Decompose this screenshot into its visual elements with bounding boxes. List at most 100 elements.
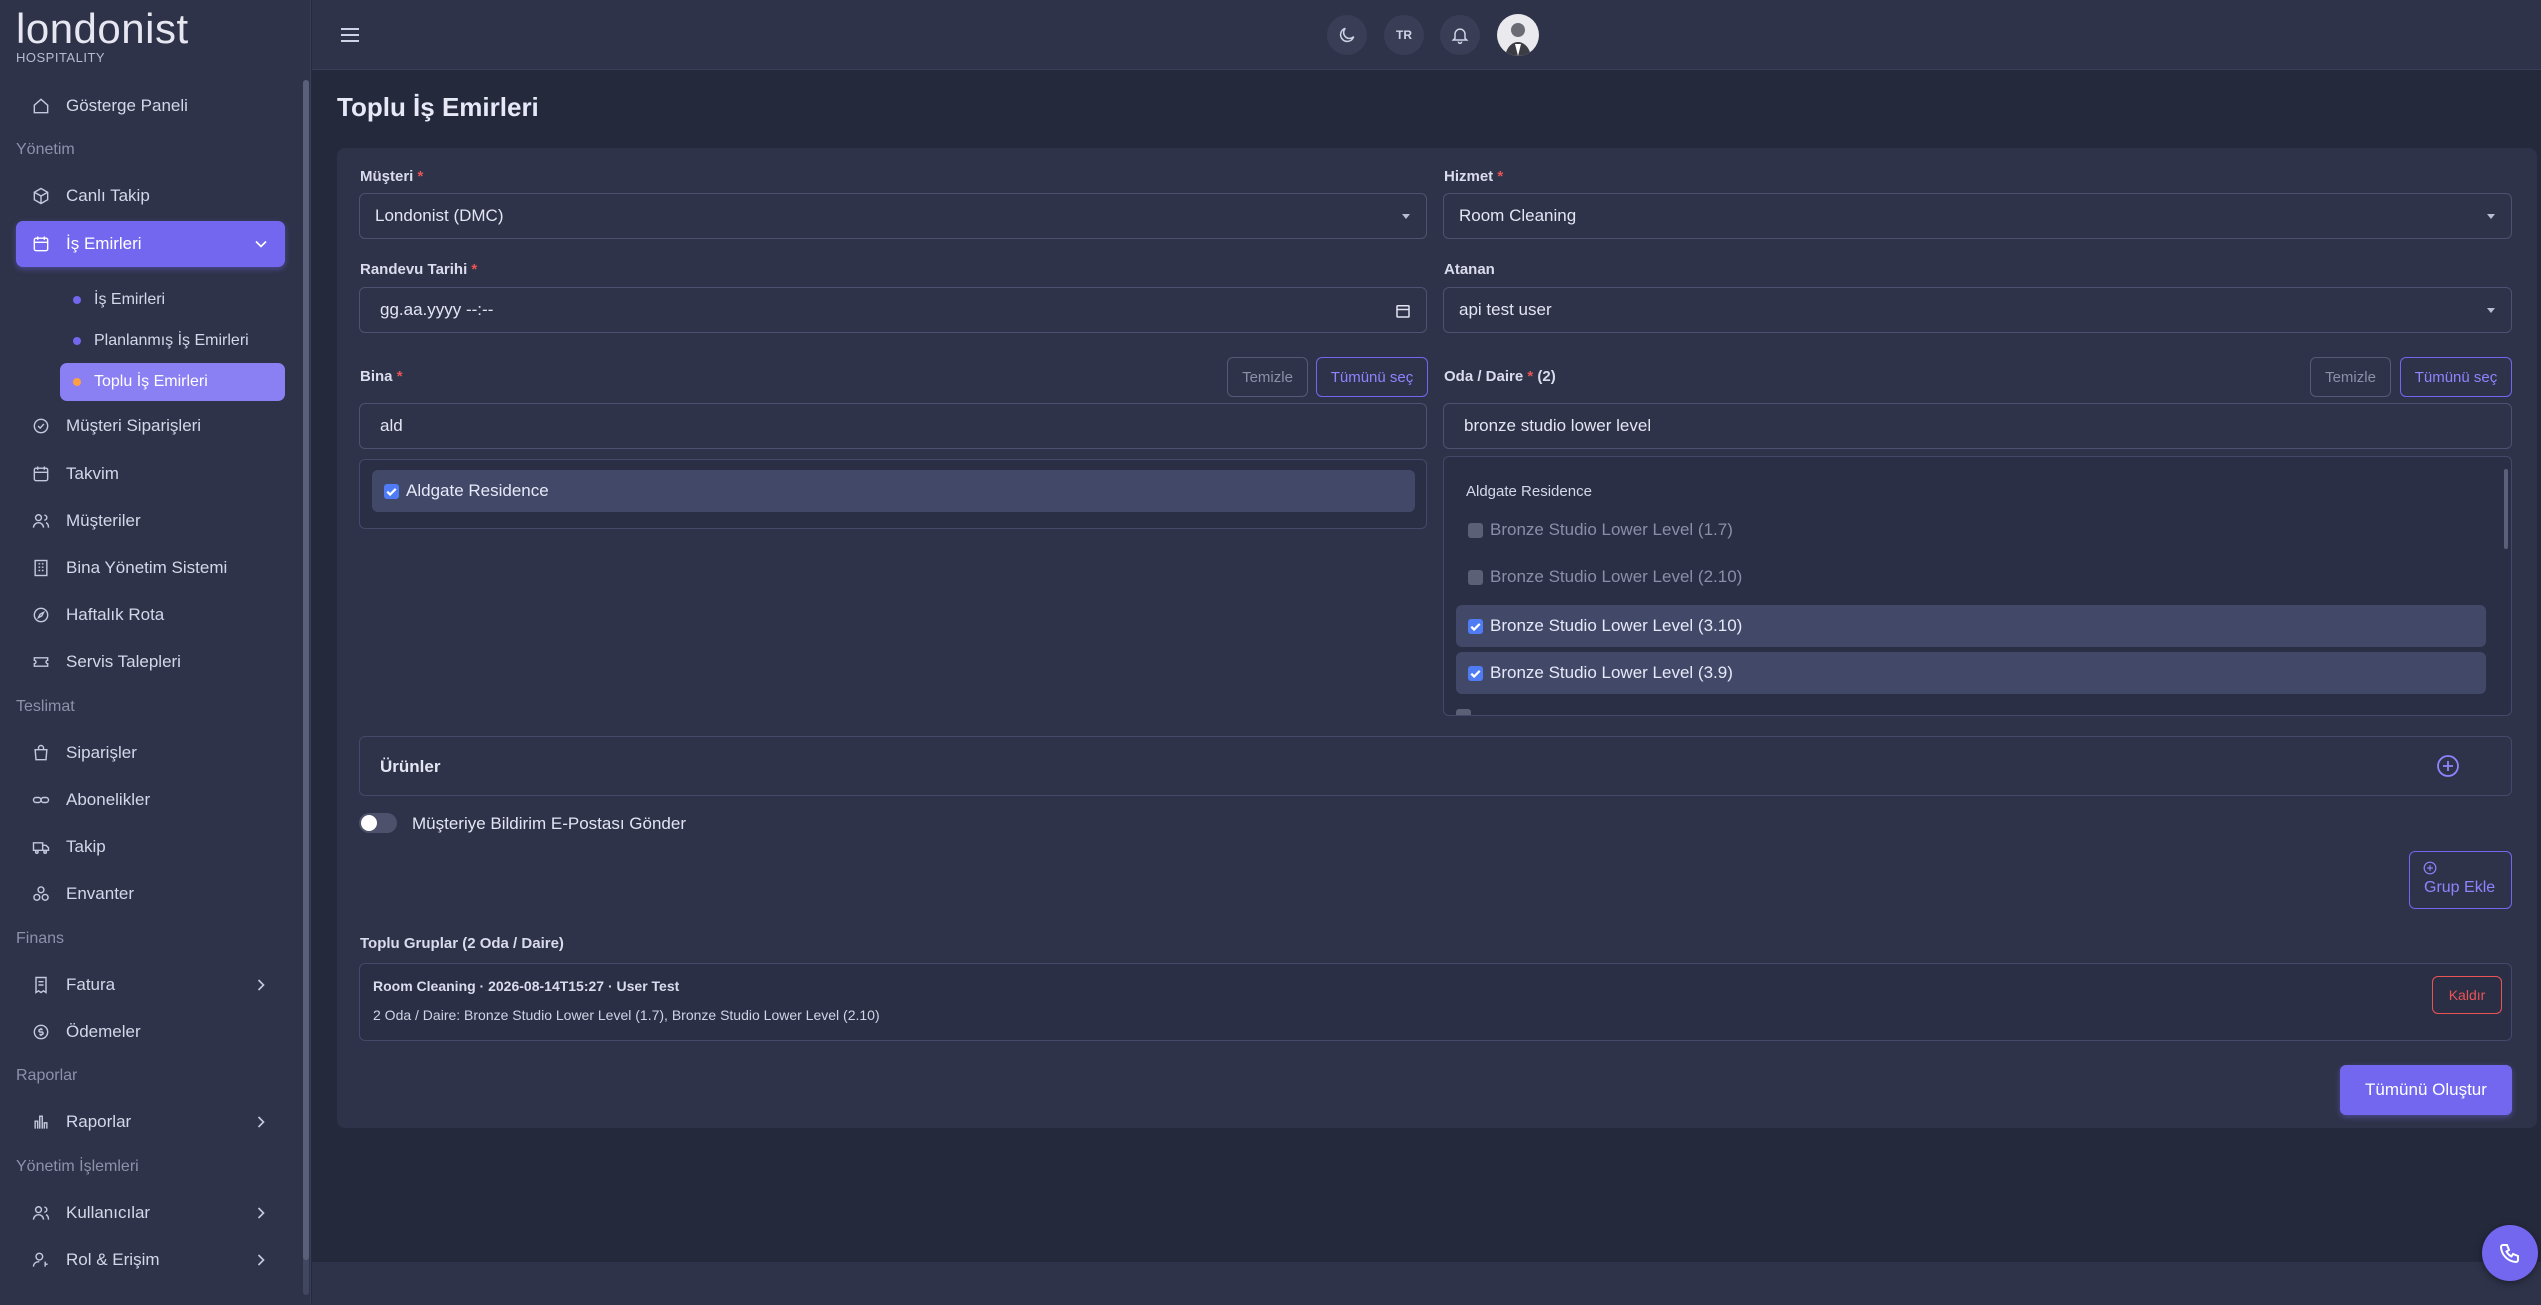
room-option[interactable]: Bronze Studio Lower Level (3.10) [1456, 605, 2486, 647]
sidebar-item-service-requests[interactable]: Servis Talepleri [16, 639, 285, 685]
avatar[interactable] [1497, 14, 1539, 56]
room-option: Bronze Studio Lower Level (1.7) [1456, 509, 2486, 551]
sidebar-item-label: Takip [66, 837, 106, 856]
assignee-select[interactable]: api test user [1443, 287, 2512, 333]
appointment-label-text: Randevu Tarihi [360, 261, 468, 278]
brand-logo[interactable]: londonist HOSPITALITY [16, 8, 189, 66]
building-clear-button[interactable]: Temizle [1227, 357, 1308, 397]
caret-down-icon [2487, 308, 2495, 313]
cube-icon [30, 185, 52, 207]
appointment-datetime-input[interactable]: gg.aa.yyyy --:-- [359, 287, 1427, 333]
sidebar-item-users[interactable]: Kullanıcılar [16, 1190, 285, 1236]
room-list-scrollbar[interactable] [2504, 469, 2508, 549]
add-group-button[interactable]: Grup Ekle [2409, 851, 2512, 909]
room-option-label: Bronze Studio Lower Level (1.7) [1490, 520, 1733, 539]
building-option-label: Aldgate Residence [406, 481, 549, 500]
sidebar-subitem-label: Toplu İş Emirleri [94, 373, 208, 390]
sidebar-item-customers[interactable]: Müşteriler [16, 498, 285, 544]
room-option[interactable]: Bronze Studio Lower Level (3.9) [1456, 652, 2486, 694]
sidebar-scrollbar-thumb[interactable] [303, 80, 309, 1260]
sidebar-item-calendar[interactable]: Takvim [16, 451, 285, 497]
room-search-input[interactable]: bronze studio lower level [1443, 403, 2512, 449]
create-all-button[interactable]: Tümünü Oluştur [2340, 1065, 2512, 1115]
sidebar-item-work-orders[interactable]: İş Emirleri [16, 221, 285, 267]
customer-select[interactable]: Londonist (DMC) [359, 193, 1427, 239]
sidebar-item-reports[interactable]: Raporlar [16, 1099, 285, 1145]
language-code: TR [1396, 28, 1412, 42]
sidebar-item-label: Envanter [66, 884, 135, 903]
checkbox-checked-icon[interactable] [384, 484, 399, 499]
add-product-icon[interactable] [2436, 754, 2460, 778]
sidebar-item-dashboard[interactable]: Gösterge Paneli [16, 83, 285, 129]
building-option[interactable]: Aldgate Residence [372, 470, 1415, 512]
building-select-all-button[interactable]: Tümünü seç [1316, 357, 1428, 397]
room-option-partial [1456, 707, 1656, 715]
service-select[interactable]: Room Cleaning [1443, 193, 2512, 239]
sidebar-item-label: Siparişler [66, 743, 137, 762]
sidebar-item-building-management[interactable]: Bina Yönetim Sistemi [16, 545, 285, 591]
products-title: Ürünler [380, 757, 441, 776]
room-clear-button[interactable]: Temizle [2310, 357, 2391, 397]
sidebar-item-weekly-route[interactable]: Haftalık Rota [16, 592, 285, 638]
assignee-label: Atanan [1444, 261, 1495, 278]
sidebar-item-payments[interactable]: Ödemeler [16, 1009, 285, 1055]
check-circle-icon [30, 415, 52, 437]
sidebar-item-subscriptions[interactable]: Abonelikler [16, 777, 285, 823]
sidebar-item-tracking[interactable]: Takip [16, 824, 285, 870]
language-button[interactable]: TR [1384, 15, 1424, 55]
building-search-input[interactable]: ald [359, 403, 1427, 449]
sidebar-item-label: Abonelikler [66, 790, 151, 809]
bulk-groups-title: Toplu Gruplar (2 Oda / Daire) [360, 935, 564, 952]
room-label: Oda / Daire * (2) [1444, 368, 1556, 385]
support-call-button[interactable] [2482, 1225, 2538, 1281]
remove-group-button[interactable]: Kaldır [2432, 976, 2502, 1014]
sidebar-item-label: Haftalık Rota [66, 605, 165, 624]
sidebar-item-roles[interactable]: Rol & Erişim [16, 1237, 285, 1283]
bullet-icon [73, 378, 81, 386]
top-bar: TR [312, 0, 2541, 70]
sidebar-item-label: Raporlar [66, 1112, 132, 1131]
footer [312, 1262, 2541, 1305]
sidebar-item-orders[interactable]: Siparişler [16, 730, 285, 776]
sidebar-item-label: Müşteri Siparişleri [66, 416, 202, 435]
notify-email-toggle[interactable] [359, 813, 397, 833]
customer-label: Müşteri * [360, 168, 424, 185]
boxes-icon [30, 883, 52, 905]
shopping-bag-icon [30, 742, 52, 764]
sidebar-item-label: Müşteriler [66, 511, 141, 530]
sidebar-item-customer-orders[interactable]: Müşteri Siparişleri [16, 403, 285, 449]
truck-icon [30, 836, 52, 858]
room-group-header: Aldgate Residence [1466, 483, 1592, 500]
room-label-text: Oda / Daire [1444, 368, 1524, 385]
building-list: Aldgate Residence [359, 459, 1427, 529]
room-search-value: bronze studio lower level [1464, 416, 1652, 435]
section-delivery: Teslimat [16, 698, 75, 715]
sidebar-item-inventory[interactable]: Envanter [16, 871, 285, 917]
sidebar-item-live-tracking[interactable]: Canlı Takip [16, 173, 285, 219]
sidebar-subitem-work-orders[interactable]: İş Emirleri [60, 281, 285, 319]
building-label: Bina * [360, 368, 403, 385]
calendar-picker-icon[interactable] [1394, 302, 1412, 325]
sidebar-item-invoice[interactable]: Fatura [16, 962, 285, 1008]
section-admin: Yönetim İşlemleri [16, 1158, 139, 1175]
sidebar-item-label: Takvim [66, 464, 119, 483]
caret-down-icon [1402, 214, 1410, 219]
home-icon [30, 95, 52, 117]
ticket-icon [30, 651, 52, 673]
notifications-button[interactable] [1440, 15, 1480, 55]
building-search-value: ald [380, 416, 403, 435]
products-section: Ürünler [359, 736, 2512, 796]
theme-toggle-button[interactable] [1327, 15, 1367, 55]
checkbox-checked-icon[interactable] [1468, 619, 1483, 634]
section-finance: Finans [16, 930, 65, 947]
sidebar-subitem-bulk[interactable]: Toplu İş Emirleri [60, 363, 285, 401]
toggle-knob [361, 815, 377, 831]
room-select-all-button[interactable]: Tümünü seç [2400, 357, 2512, 397]
service-label-text: Hizmet [1444, 168, 1494, 185]
room-option-label: Bronze Studio Lower Level (3.10) [1490, 616, 1743, 635]
menu-icon[interactable] [338, 23, 362, 47]
sidebar-subitem-planned[interactable]: Planlanmış İş Emirleri [60, 322, 285, 360]
checkbox-checked-icon[interactable] [1468, 666, 1483, 681]
sidebar-subitem-label: Planlanmış İş Emirleri [94, 332, 249, 349]
chevron-right-icon [251, 1250, 271, 1270]
